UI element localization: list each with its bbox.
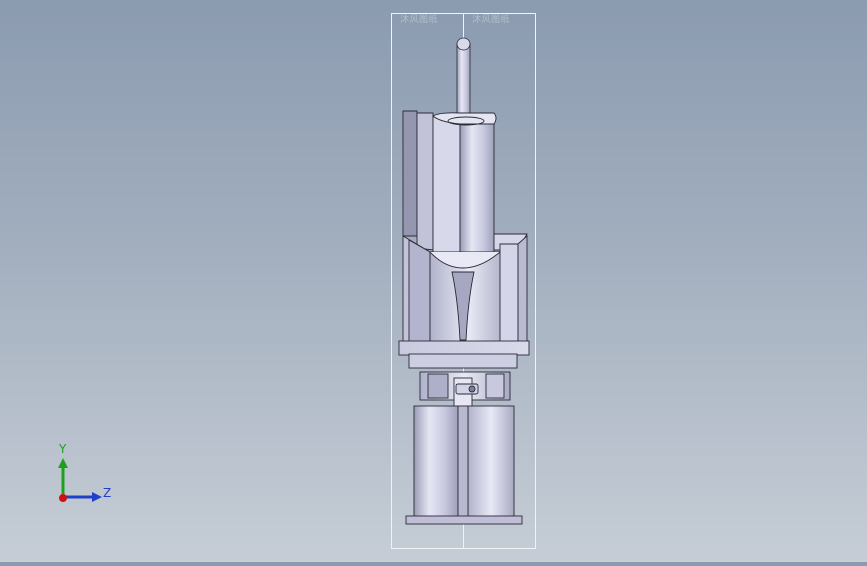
upper-housing <box>402 110 497 257</box>
model-view[interactable] <box>0 0 867 562</box>
graphics-viewport[interactable]: Y Z 沐风图纸 沐风图纸 <box>0 0 867 562</box>
watermark-left: 沐风图纸 <box>400 15 439 25</box>
motor-body <box>405 405 523 525</box>
z-axis-label: Z <box>103 486 112 500</box>
flange-plate <box>398 340 530 369</box>
watermark-right: 沐风图纸 <box>472 15 511 25</box>
top-rod <box>456 37 471 117</box>
axis-triad <box>58 458 102 502</box>
y-axis-label: Y <box>59 442 67 456</box>
